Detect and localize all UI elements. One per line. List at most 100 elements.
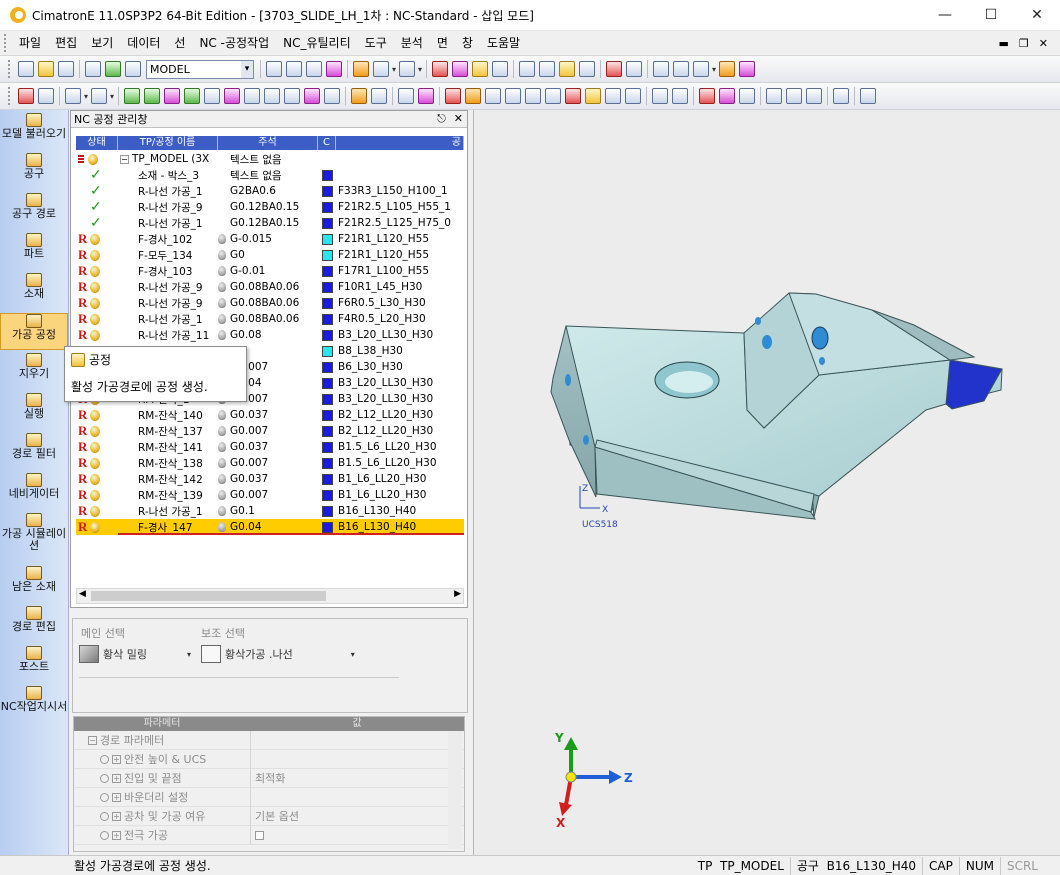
tool-icon[interactable] (565, 88, 582, 104)
axis-3-icon[interactable] (806, 88, 823, 104)
menu-tools[interactable]: 도구 (358, 31, 394, 56)
measure-icon[interactable] (673, 61, 690, 77)
bounding-box-icon[interactable] (585, 88, 602, 104)
select-dropdown-icon[interactable]: ▾ (84, 92, 88, 101)
param-row[interactable]: + 진입 및 끝점 최적화 (74, 768, 464, 788)
zoom-icon[interactable] (306, 61, 322, 77)
edit-table-icon[interactable] (465, 88, 482, 104)
curve-tool-3-icon[interactable] (164, 88, 181, 104)
param-row[interactable]: + 공차 및 가공 여유 기본 옵션 (74, 806, 464, 826)
param-row[interactable]: + 바운더리 설정 (74, 787, 464, 807)
part-model[interactable]: Z X UCS518 Y Z X (474, 110, 1060, 855)
sidebar-item-delete[interactable]: 지우기 (0, 353, 68, 390)
procedure-row[interactable]: R RM-잔삭_141 G0.037 B1.5_L6_LL20_H30 (76, 439, 464, 455)
sidebar-item-procedure[interactable]: 가공 공정 (0, 313, 68, 350)
sidebar-item-toolpath[interactable]: 공구 경로 (0, 193, 68, 230)
param-row[interactable]: + 전극 가공 (74, 825, 464, 845)
form-icon[interactable] (505, 88, 522, 104)
maximize-button[interactable]: ☐ (968, 0, 1014, 31)
procedure-row[interactable]: R RM-잔삭_142 G0.037 B1_L6_LL20_H30 (76, 471, 464, 487)
cursor-dropdown-icon[interactable]: ▾ (110, 92, 114, 101)
procedure-row[interactable]: R RM-잔삭_137 G0.007 B2_L12_LL20_H30 (76, 423, 464, 439)
collapse-icon[interactable]: − (88, 735, 97, 745)
column-name[interactable]: TP/공정 이름 (118, 136, 218, 150)
list-icon[interactable] (485, 88, 502, 104)
vertex-icon[interactable] (418, 88, 435, 104)
pin-icon[interactable]: ⎋ (437, 112, 446, 126)
point-icon[interactable] (398, 88, 415, 104)
expand-icon[interactable]: + (112, 830, 121, 840)
curve-tool-6-icon[interactable] (224, 88, 241, 104)
param-value[interactable] (250, 749, 464, 769)
menu-help[interactable]: 도움말 (480, 31, 527, 56)
select-filter-icon[interactable] (351, 88, 368, 104)
params-scrollbar[interactable] (448, 731, 462, 849)
menu-view[interactable]: 보기 (84, 31, 120, 56)
shape-icon[interactable] (719, 88, 736, 104)
horizontal-scrollbar[interactable]: ◀ ▶ (76, 588, 464, 604)
section-icon[interactable] (699, 88, 716, 104)
object-icon[interactable] (445, 88, 462, 104)
layout-icon[interactable] (625, 88, 642, 104)
sidebar-item-path-edit[interactable]: 경로 편집 (0, 606, 68, 643)
scroll-right-icon[interactable]: ▶ (454, 589, 461, 599)
collapse-icon[interactable]: − (120, 154, 129, 164)
menu-data[interactable]: 데이터 (120, 31, 167, 56)
procedure-row[interactable]: − TP_MODEL (3X 텍스트 없음 (76, 151, 464, 167)
procedure-row[interactable]: R R-나선 가공_1 G0.08BA0.06 F4R0.5_L20_H30 (76, 311, 464, 327)
expand-icon[interactable]: + (112, 773, 121, 783)
pointer-icon[interactable] (38, 88, 54, 104)
table-dropdown-icon[interactable]: ▾ (712, 65, 716, 74)
paint-icon[interactable] (719, 61, 736, 77)
curve-tool-9-icon[interactable] (284, 88, 301, 104)
tree-icon[interactable] (653, 61, 670, 77)
menu-line[interactable]: 선 (167, 31, 192, 56)
menu-edit[interactable]: 편집 (48, 31, 84, 56)
table-icon[interactable] (693, 61, 710, 77)
query-icon[interactable] (525, 88, 542, 104)
panel-close-icon[interactable]: ✕ (454, 112, 463, 126)
curve-tool-2-icon[interactable] (144, 88, 161, 104)
save-icon[interactable] (58, 61, 74, 77)
menu-surface[interactable]: 면 (430, 31, 455, 56)
pan-icon[interactable] (326, 61, 342, 77)
param-value[interactable] (250, 787, 464, 807)
curve-tool-10-icon[interactable] (304, 88, 321, 104)
stock-icon[interactable] (605, 88, 622, 104)
expand-icon[interactable]: + (112, 792, 121, 802)
open-folder-icon[interactable] (38, 61, 54, 77)
render-dropdown-icon[interactable]: ▾ (418, 65, 422, 74)
param-value[interactable] (250, 825, 464, 845)
toolbar-grip[interactable] (8, 87, 12, 105)
menu-analysis[interactable]: 분석 (394, 31, 430, 56)
column-note[interactable]: 주석 (218, 136, 318, 150)
check-icon[interactable] (652, 88, 669, 104)
procedure-row[interactable]: R R-나선 가공_9 G0.08BA0.06 F6R0.5_L30_H30 (76, 295, 464, 311)
procedure-row[interactable]: ✓ R-나선 가공_1 G0.12BA0.15 F21R2.5_L125_H75_0 (76, 215, 464, 231)
light-icon[interactable] (539, 61, 556, 77)
toolbar-grip[interactable] (8, 60, 12, 78)
param-value[interactable]: 기본 옵션 (250, 806, 464, 826)
close-button[interactable]: ✕ (1014, 0, 1060, 31)
render-mode-icon[interactable] (399, 61, 416, 77)
filter-icon[interactable] (432, 61, 449, 77)
sidebar-item-stock[interactable]: 소재 (0, 273, 68, 310)
info-icon[interactable] (545, 88, 562, 104)
column-status[interactable]: 상태 (76, 136, 118, 150)
param-row[interactable]: + 안전 높이 & UCS (74, 749, 464, 769)
highlight-icon[interactable] (472, 61, 489, 77)
graphics-viewport[interactable]: Z X UCS518 Y Z X (473, 110, 1060, 855)
procedure-row[interactable]: R R-나선 가공_1 G0.1 B16_L130_H40 (76, 503, 464, 519)
new-file-icon[interactable] (18, 61, 34, 77)
sidebar-item-path-filter[interactable]: 경로 필터 (0, 433, 68, 470)
sidebar-item-navigator[interactable]: 네비게이터 (0, 473, 68, 510)
procedure-row[interactable]: R F-경사_103 G-0.01 F17R1_L100_H55 (76, 263, 464, 279)
view-iso-icon[interactable] (353, 61, 369, 77)
delete-select-icon[interactable] (18, 88, 34, 104)
select-mode-icon[interactable] (65, 88, 81, 104)
set-icon[interactable] (125, 61, 141, 77)
zoom-window-icon[interactable] (286, 61, 302, 77)
expand-icon[interactable]: + (112, 811, 121, 821)
mdi-minimize-icon[interactable]: ▬ (999, 37, 1009, 50)
sub-select-dropdown[interactable]: 황삭가공 .나선 ▾ (201, 645, 355, 663)
